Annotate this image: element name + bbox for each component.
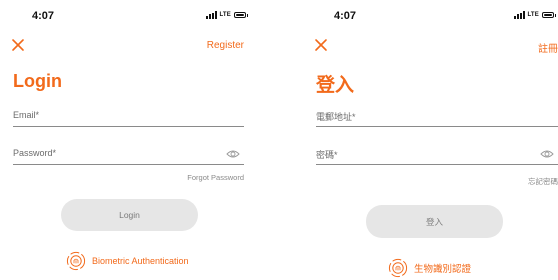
close-button[interactable] bbox=[11, 38, 25, 52]
login-button-label: Login bbox=[119, 210, 140, 220]
email-placeholder: Email* bbox=[13, 110, 40, 120]
biometric-authentication-button[interactable]: Biometric Authentication bbox=[66, 251, 189, 271]
login-button[interactable]: Login bbox=[61, 199, 198, 231]
page: 4:07 LTE Register Login Email* Password* bbox=[0, 0, 558, 280]
status-bar: 4:07 LTE bbox=[0, 10, 262, 24]
login-screen-chinese: 4:07 LTE 註冊 登入 電郵地址* 密碼* 忘記密碼 登入 生物識別認證 bbox=[302, 0, 558, 280]
email-field[interactable]: 電郵地址* bbox=[316, 106, 558, 127]
network-type: LTE bbox=[219, 12, 231, 18]
battery-icon bbox=[234, 12, 248, 18]
show-password-eye-icon[interactable] bbox=[540, 149, 554, 159]
biometric-icon bbox=[66, 251, 86, 271]
forgot-password-link[interactable]: Forgot Password bbox=[187, 173, 244, 182]
status-bar: 4:07 LTE bbox=[302, 10, 558, 24]
forgot-password-link[interactable]: 忘記密碼 bbox=[528, 176, 558, 187]
password-field[interactable]: Password* bbox=[13, 144, 244, 165]
email-placeholder: 電郵地址* bbox=[316, 112, 356, 122]
biometric-icon bbox=[388, 258, 408, 278]
status-icons: LTE bbox=[205, 11, 248, 19]
signal-icon bbox=[205, 11, 217, 19]
battery-icon bbox=[542, 12, 556, 18]
login-button[interactable]: 登入 bbox=[366, 205, 503, 238]
login-screen-english: 4:07 LTE Register Login Email* Password* bbox=[0, 0, 262, 280]
status-time: 4:07 bbox=[32, 10, 55, 22]
password-field[interactable]: 密碼* bbox=[316, 144, 558, 165]
register-link[interactable]: Register bbox=[207, 40, 244, 51]
biometric-authentication-button[interactable]: 生物識別認證 bbox=[388, 258, 471, 278]
biometric-label: Biometric Authentication bbox=[92, 256, 189, 266]
show-password-eye-icon[interactable] bbox=[226, 149, 240, 159]
status-time: 4:07 bbox=[334, 10, 357, 22]
page-title: Login bbox=[13, 71, 62, 91]
signal-icon bbox=[513, 11, 525, 19]
password-placeholder: Password* bbox=[13, 148, 57, 158]
page-title: 登入 bbox=[316, 75, 355, 96]
close-icon bbox=[12, 39, 24, 51]
register-link[interactable]: 註冊 bbox=[538, 40, 558, 55]
close-button[interactable] bbox=[314, 38, 328, 52]
network-type: LTE bbox=[527, 12, 539, 18]
status-icons: LTE bbox=[513, 11, 556, 19]
close-icon bbox=[315, 39, 327, 51]
biometric-label: 生物識別認證 bbox=[414, 264, 472, 275]
password-placeholder: 密碼* bbox=[316, 150, 338, 160]
login-button-label: 登入 bbox=[425, 216, 443, 227]
email-field[interactable]: Email* bbox=[13, 106, 244, 127]
